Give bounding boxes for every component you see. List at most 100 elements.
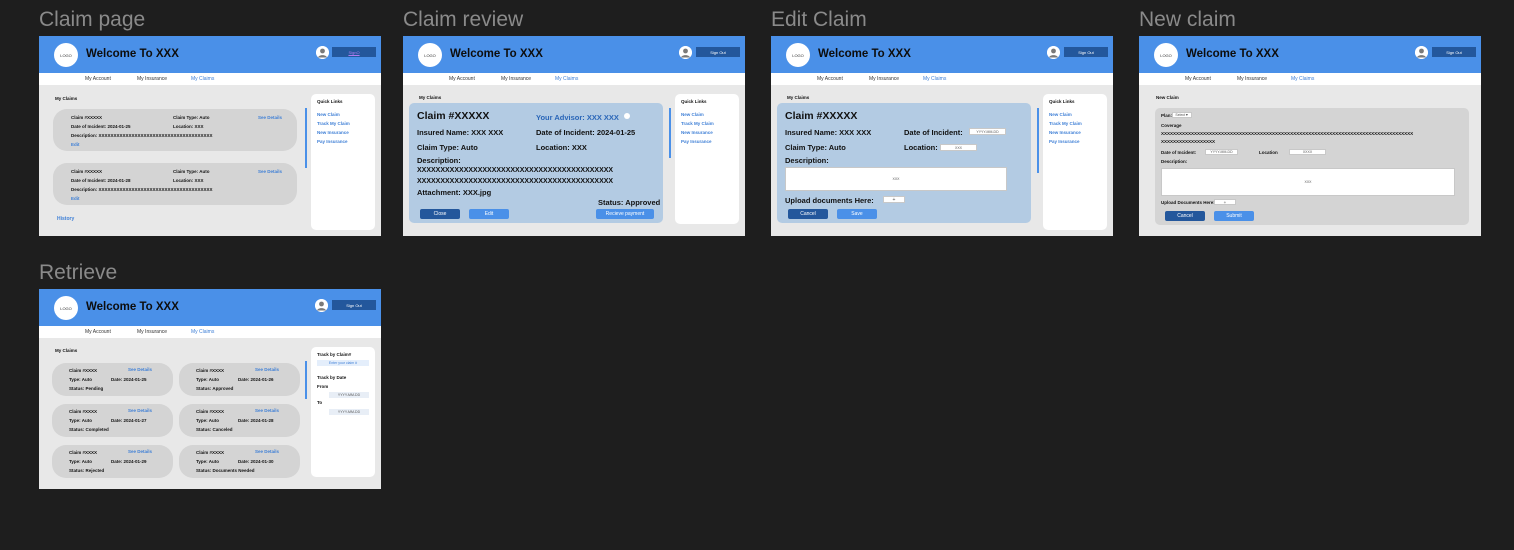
submit-button[interactable]: Submit <box>1214 211 1254 221</box>
sign-out-button[interactable]: Sign Out <box>1432 47 1476 57</box>
quick-link-track-claim[interactable]: Track My Claim <box>317 121 350 126</box>
logo[interactable]: LOGO <box>1154 43 1178 67</box>
scrollbar[interactable] <box>305 361 307 399</box>
location-input[interactable]: XXXX <box>1289 149 1326 155</box>
claim-type: Claim Type: Auto <box>417 143 478 152</box>
nav-my-account[interactable]: My Account <box>85 76 111 82</box>
nav-my-account[interactable]: My Account <box>1185 76 1211 82</box>
plan-select[interactable]: Select▼ <box>1172 112 1192 118</box>
sign-out-button[interactable]: SignO <box>332 47 376 57</box>
user-avatar-icon[interactable] <box>1415 46 1428 59</box>
quick-link-new-insurance[interactable]: New Insurance <box>317 130 349 135</box>
nav-my-insurance[interactable]: My Insurance <box>869 76 899 82</box>
quick-link-new-insurance[interactable]: New Insurance <box>681 130 713 135</box>
sign-out-button[interactable]: Sign Out <box>696 47 740 57</box>
claim-card[interactable]: Claim #XXXX See Details Type: Auto Date:… <box>179 363 300 396</box>
see-details-link[interactable]: See Details <box>128 408 152 413</box>
see-details-link[interactable]: See Details <box>255 408 279 413</box>
claim-card[interactable]: Claim #XXXX See Details Type: Auto Date:… <box>52 404 173 437</box>
quick-link-new-insurance[interactable]: New Insurance <box>1049 130 1081 135</box>
nav-my-insurance[interactable]: My Insurance <box>1237 76 1267 82</box>
sign-out-button[interactable]: Sign Out <box>1064 47 1108 57</box>
see-details-link[interactable]: See Details <box>258 115 282 120</box>
quick-link-new-claim[interactable]: New Claim <box>681 112 704 117</box>
edit-button[interactable]: Edit <box>469 209 509 219</box>
nav-my-claims[interactable]: My Claims <box>555 76 578 82</box>
see-details-link[interactable]: See Details <box>255 367 279 372</box>
sign-out-button[interactable]: Sign Out <box>332 300 376 310</box>
attachment[interactable]: Attachment: XXX.jpg <box>417 188 491 197</box>
claim-number-input[interactable]: Enter your claim # <box>317 360 369 366</box>
scrollbar[interactable] <box>305 108 307 168</box>
claim-card[interactable]: Claim #XXXX See Details Type: Auto Date:… <box>179 445 300 478</box>
description-textarea[interactable]: XXX <box>1161 168 1455 196</box>
to-date-input[interactable]: YYYY-MM-DD <box>329 409 369 415</box>
quick-link-pay-insurance[interactable]: Pay Insurance <box>317 139 348 144</box>
claim-status: Status: Rejected <box>69 468 105 473</box>
claim-card[interactable]: Claim #XXXX See Details Type: Auto Date:… <box>179 404 300 437</box>
claim-card[interactable]: Claim #XXXXX Claim Type: Auto See Detail… <box>53 163 297 205</box>
advisor-chat-icon[interactable] <box>624 113 630 119</box>
nav-my-account[interactable]: My Account <box>449 76 475 82</box>
nav-my-insurance[interactable]: My Insurance <box>137 329 167 335</box>
nav-my-insurance[interactable]: My Insurance <box>137 76 167 82</box>
claim-description: Description: XXXXXXXXXXXXXXXXXXXXXXXXXXX… <box>71 133 213 138</box>
quick-link-new-claim[interactable]: New Claim <box>317 112 340 117</box>
user-avatar-icon[interactable] <box>679 46 692 59</box>
cancel-button[interactable]: Cancel <box>1165 211 1205 221</box>
nav-my-claims[interactable]: My Claims <box>191 76 214 82</box>
upload-button[interactable]: + <box>1214 199 1236 205</box>
nav-my-claims[interactable]: My Claims <box>191 329 214 335</box>
cancel-button[interactable]: Cancel <box>788 209 828 219</box>
nav-my-account[interactable]: My Account <box>85 329 111 335</box>
new-claim-form: Plan: Select▼ Coverage XXXXXXXXXXXXXXXXX… <box>1155 108 1469 225</box>
claim-status: Status: Pending <box>69 386 104 391</box>
nav-my-claims[interactable]: My Claims <box>923 76 946 82</box>
scrollbar[interactable] <box>1037 108 1039 173</box>
quick-link-track-claim[interactable]: Track My Claim <box>681 121 714 126</box>
section-title: My Claims <box>55 96 78 101</box>
see-details-link[interactable]: See Details <box>128 367 152 372</box>
close-button[interactable]: Close <box>420 209 460 219</box>
logo[interactable]: LOGO <box>786 43 810 67</box>
save-button[interactable]: Save <box>837 209 877 219</box>
scrollbar[interactable] <box>669 108 671 158</box>
history-link[interactable]: History <box>57 216 74 222</box>
incident-date: Date of Incident: 2024-01-25 <box>536 128 636 137</box>
logo[interactable]: LOGO <box>54 296 78 320</box>
quick-link-new-claim[interactable]: New Claim <box>1049 112 1072 117</box>
see-details-link[interactable]: See Details <box>258 169 282 174</box>
claim-card[interactable]: Claim #XXXX See Details Type: Auto Date:… <box>52 445 173 478</box>
header: LOGO Welcome To XXX Sign Out <box>39 289 381 326</box>
logo[interactable]: LOGO <box>54 43 78 67</box>
from-date-input[interactable]: YYYY-MM-DD <box>329 392 369 398</box>
upload-button[interactable]: + <box>883 196 905 203</box>
nav-my-account[interactable]: My Account <box>817 76 843 82</box>
incident-date-input[interactable]: YYYY-MM-DD <box>969 128 1006 135</box>
claim-location: Location: XXX <box>173 124 204 129</box>
location-input[interactable]: XXX <box>940 144 977 151</box>
edit-link[interactable]: Edit <box>71 142 80 147</box>
logo[interactable]: LOGO <box>418 43 442 67</box>
description-textarea[interactable]: XXX <box>785 167 1007 191</box>
quick-link-pay-insurance[interactable]: Pay Insurance <box>1049 139 1080 144</box>
claim-id: Claim #XXXX <box>69 450 98 455</box>
to-label: To <box>317 400 323 405</box>
quick-link-pay-insurance[interactable]: Pay Insurance <box>681 139 712 144</box>
incident-date-input[interactable]: YYYY-MM-DD <box>1205 149 1238 155</box>
user-avatar-icon[interactable] <box>1047 46 1060 59</box>
see-details-link[interactable]: See Details <box>128 449 152 454</box>
quick-links-title: Quick Links <box>681 99 707 104</box>
nav-my-claims[interactable]: My Claims <box>1291 76 1314 82</box>
claim-id: Claim #XXXX <box>69 409 98 414</box>
see-details-link[interactable]: See Details <box>255 449 279 454</box>
edit-link[interactable]: Edit <box>71 196 80 201</box>
nav-my-insurance[interactable]: My Insurance <box>501 76 531 82</box>
user-avatar-icon[interactable] <box>315 299 328 312</box>
receive-payment-button[interactable]: Recieve payment <box>596 209 654 219</box>
user-avatar-icon[interactable] <box>316 46 329 59</box>
coverage-text: XXXXXXXXXXXXXXXXXXXXXXXXXXXXXXXXXXXXXXXX… <box>1161 131 1414 136</box>
claim-card[interactable]: Claim #XXXX See Details Type: Auto Date:… <box>52 363 173 396</box>
quick-link-track-claim[interactable]: Track My Claim <box>1049 121 1082 126</box>
claim-card[interactable]: Claim #XXXXX Claim Type: Auto See Detail… <box>53 109 297 151</box>
